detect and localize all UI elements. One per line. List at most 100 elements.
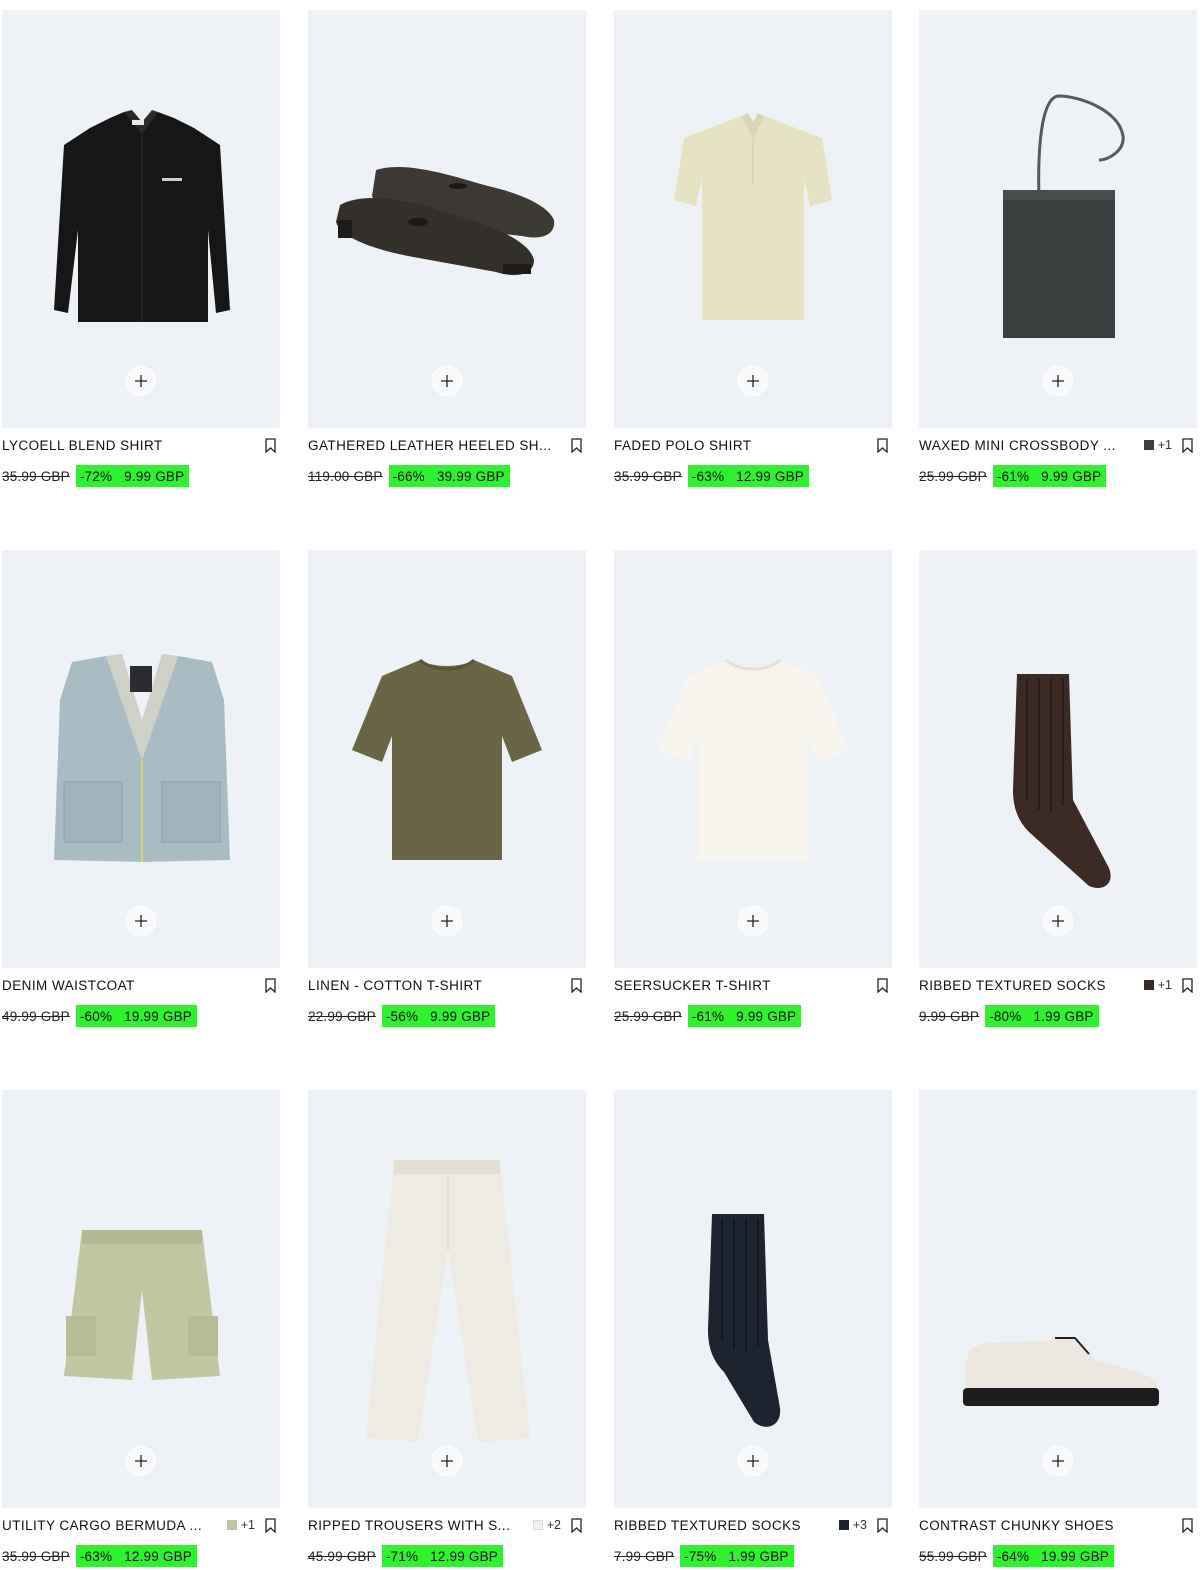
product-name[interactable]: WAXED MINI CROSSBODY ... xyxy=(919,438,1134,453)
product-image[interactable] xyxy=(919,550,1197,968)
product-name-row: DENIM WAISTCOAT xyxy=(2,976,280,994)
color-swatch[interactable] xyxy=(1143,440,1154,450)
product-name[interactable]: RIBBED TEXTURED SOCKS xyxy=(919,978,1134,993)
original-price: 35.99 GBP xyxy=(2,468,70,484)
sale-badge: -80% 1.99 GBP xyxy=(985,1005,1099,1027)
plus-icon xyxy=(1052,375,1064,387)
product-card[interactable]: CONTRAST CHUNKY SHOES 55.99 GBP -64% 19.… xyxy=(919,1090,1197,1570)
sale-badge: -71% 12.99 GBP xyxy=(381,1545,504,1567)
bookmark-button[interactable] xyxy=(877,437,888,453)
product-image[interactable] xyxy=(2,550,280,968)
product-card[interactable]: DENIM WAISTCOAT 49.99 GBP -60% 19.99 GBP xyxy=(2,550,280,1030)
product-image[interactable] xyxy=(614,550,892,968)
product-image[interactable] xyxy=(308,10,586,428)
discount-percent: -75% xyxy=(684,1548,717,1564)
product-card[interactable]: UTILITY CARGO BERMUDA ... +1 35.99 GBP -… xyxy=(2,1090,280,1570)
product-name[interactable]: UTILITY CARGO BERMUDA ... xyxy=(2,1518,217,1533)
add-to-cart-button[interactable] xyxy=(737,365,769,397)
sale-badge: -66% 39.99 GBP xyxy=(388,465,510,487)
color-swatch[interactable] xyxy=(226,1520,237,1530)
product-name-row: FADED POLO SHIRT xyxy=(614,436,892,454)
product-card[interactable]: RIBBED TEXTURED SOCKS +1 9.99 GBP -80% 1… xyxy=(919,550,1197,1030)
product-name[interactable]: RIPPED TROUSERS WITH S... xyxy=(308,1518,523,1533)
product-card[interactable]: LINEN - COTTON T-SHIRT 22.99 GBP -56% 9.… xyxy=(308,550,586,1030)
product-image[interactable] xyxy=(308,1090,586,1508)
product-image[interactable] xyxy=(614,10,892,428)
product-name[interactable]: CONTRAST CHUNKY SHOES xyxy=(919,1518,1172,1533)
product-image[interactable] xyxy=(614,1090,892,1508)
product-image[interactable] xyxy=(308,550,586,968)
bookmark-icon xyxy=(265,977,276,993)
add-to-cart-button[interactable] xyxy=(431,1445,463,1477)
product-card[interactable]: FADED POLO SHIRT 35.99 GBP -63% 12.99 GB… xyxy=(614,10,892,490)
bookmark-button[interactable] xyxy=(265,1517,276,1533)
bookmark-button[interactable] xyxy=(877,1517,888,1533)
color-swatches[interactable]: +2 xyxy=(532,1518,561,1532)
bookmark-button[interactable] xyxy=(571,437,582,453)
color-swatch[interactable] xyxy=(838,1520,849,1530)
color-swatch[interactable] xyxy=(1143,980,1154,990)
bookmark-button[interactable] xyxy=(265,437,276,453)
more-colors-count: +1 xyxy=(1157,978,1172,992)
bookmark-button[interactable] xyxy=(1182,977,1193,993)
product-card[interactable]: GATHERED LEATHER HEELED SH... 119.00 GBP… xyxy=(308,10,586,490)
product-card[interactable]: RIBBED TEXTURED SOCKS +3 7.99 GBP -75% 1… xyxy=(614,1090,892,1570)
product-card[interactable]: LYCOELL BLEND SHIRT 35.99 GBP -72% 9.99 … xyxy=(2,10,280,490)
product-name-row: CONTRAST CHUNKY SHOES xyxy=(919,1516,1197,1534)
sale-price: 1.99 GBP xyxy=(1033,1008,1094,1024)
add-to-cart-button[interactable] xyxy=(125,905,157,937)
color-swatches[interactable]: +1 xyxy=(1143,438,1172,452)
product-name[interactable]: GATHERED LEATHER HEELED SH... xyxy=(308,438,561,453)
product-card[interactable]: RIPPED TROUSERS WITH S... +2 45.99 GBP -… xyxy=(308,1090,586,1570)
original-price: 35.99 GBP xyxy=(2,1548,70,1564)
add-to-cart-button[interactable] xyxy=(1042,1445,1074,1477)
sale-badge: -64% 19.99 GBP xyxy=(992,1545,1115,1567)
bookmark-button[interactable] xyxy=(1182,1517,1193,1533)
product-name-row: UTILITY CARGO BERMUDA ... +1 xyxy=(2,1516,280,1534)
bookmark-button[interactable] xyxy=(571,977,582,993)
product-name[interactable]: DENIM WAISTCOAT xyxy=(2,978,255,993)
color-swatches[interactable]: +1 xyxy=(1143,978,1172,992)
product-name[interactable]: LINEN - COTTON T-SHIRT xyxy=(308,978,561,993)
add-to-cart-button[interactable] xyxy=(431,365,463,397)
plus-icon xyxy=(747,375,759,387)
product-image[interactable] xyxy=(919,1090,1197,1508)
add-to-cart-button[interactable] xyxy=(431,905,463,937)
add-to-cart-button[interactable] xyxy=(125,1445,157,1477)
bookmark-button[interactable] xyxy=(265,977,276,993)
product-card[interactable]: WAXED MINI CROSSBODY ... +1 25.99 GBP -6… xyxy=(919,10,1197,490)
price-row: 119.00 GBP -66% 39.99 GBP xyxy=(308,465,510,487)
plus-icon xyxy=(441,915,453,927)
product-card[interactable]: SEERSUCKER T-SHIRT 25.99 GBP -61% 9.99 G… xyxy=(614,550,892,1030)
add-to-cart-button[interactable] xyxy=(737,905,769,937)
color-swatches[interactable]: +3 xyxy=(838,1518,867,1532)
bookmark-button[interactable] xyxy=(877,977,888,993)
plus-icon xyxy=(135,1455,147,1467)
product-name-row: LINEN - COTTON T-SHIRT xyxy=(308,976,586,994)
discount-percent: -72% xyxy=(79,468,113,484)
sale-price: 39.99 GBP xyxy=(436,468,505,484)
bookmark-icon xyxy=(877,977,888,993)
product-image[interactable] xyxy=(919,10,1197,428)
product-image[interactable] xyxy=(2,10,280,428)
add-to-cart-button[interactable] xyxy=(737,1445,769,1477)
product-name[interactable]: LYCOELL BLEND SHIRT xyxy=(2,438,255,453)
product-name[interactable]: SEERSUCKER T-SHIRT xyxy=(614,978,867,993)
price-row: 25.99 GBP -61% 9.99 GBP xyxy=(919,465,1107,487)
price-row: 35.99 GBP -63% 12.99 GBP xyxy=(2,1545,198,1567)
add-to-cart-button[interactable] xyxy=(1042,365,1074,397)
sale-price: 9.99 GBP xyxy=(430,1008,491,1024)
add-to-cart-button[interactable] xyxy=(125,365,157,397)
add-to-cart-button[interactable] xyxy=(1042,905,1074,937)
product-name-row: RIPPED TROUSERS WITH S... +2 xyxy=(308,1516,586,1534)
product-image[interactable] xyxy=(2,1090,280,1508)
product-name-row: SEERSUCKER T-SHIRT xyxy=(614,976,892,994)
more-colors-count: +1 xyxy=(240,1518,255,1532)
product-name[interactable]: FADED POLO SHIRT xyxy=(614,438,867,453)
color-swatches[interactable]: +1 xyxy=(226,1518,255,1532)
product-name[interactable]: RIBBED TEXTURED SOCKS xyxy=(614,1518,829,1533)
color-swatch[interactable] xyxy=(532,1520,543,1530)
bookmark-button[interactable] xyxy=(571,1517,582,1533)
bookmark-button[interactable] xyxy=(1182,437,1193,453)
more-colors-count: +1 xyxy=(1157,438,1172,452)
